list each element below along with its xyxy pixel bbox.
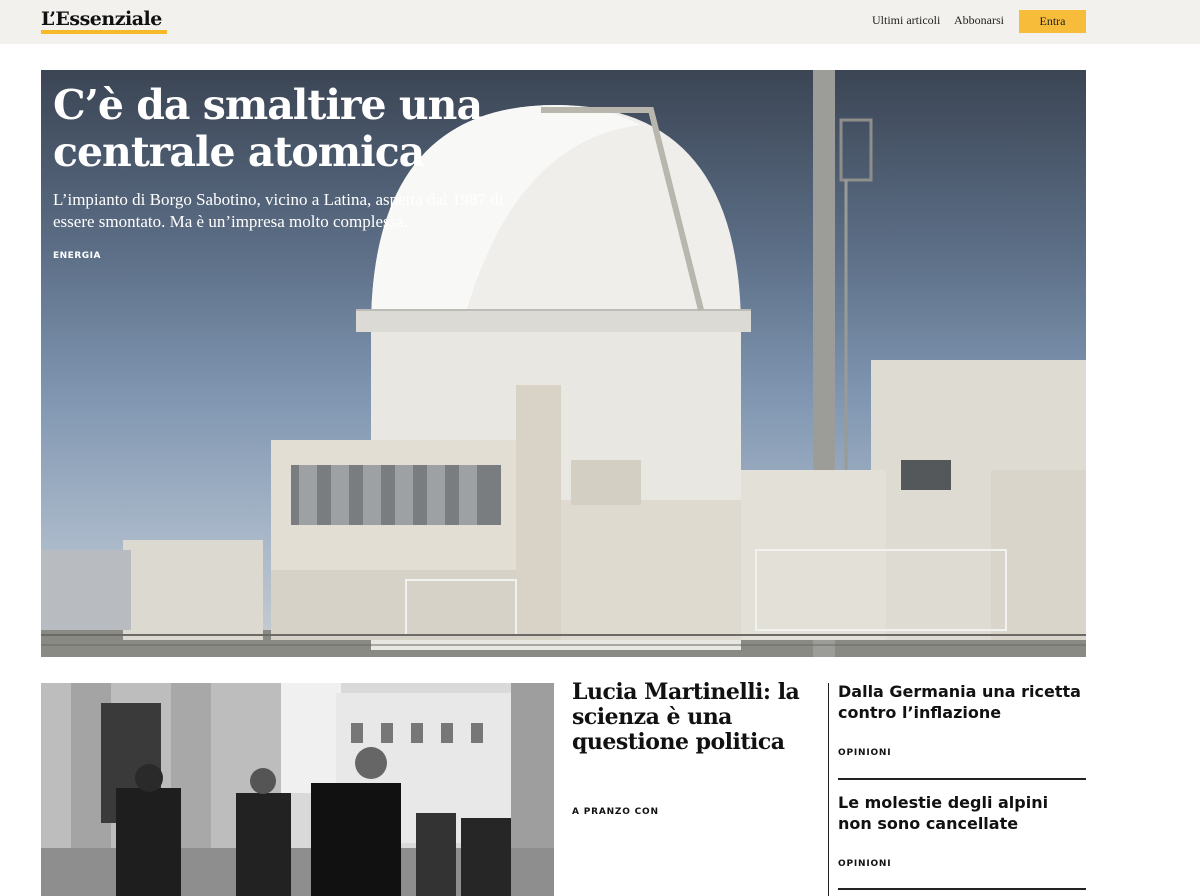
site-header: L’Essenziale Ultimi articoli Abbonarsi E…	[0, 0, 1200, 44]
side-article-tag[interactable]: OPINIONI	[838, 748, 891, 758]
side-article-2[interactable]: Le molestie degli alpini non sono cancel…	[838, 792, 1086, 869]
hero-article[interactable]: C’è da smaltire una centrale atomica L’i…	[41, 70, 1086, 657]
logo-underline	[41, 30, 167, 34]
politicians-photo	[41, 683, 554, 896]
column-divider	[828, 683, 829, 896]
hero-category-tag[interactable]: ENERGIA	[53, 251, 101, 261]
list-divider	[838, 888, 1086, 890]
feature-article-title[interactable]: Lucia Martinelli: la scienza è una quest…	[572, 680, 802, 755]
nav-latest-articles[interactable]: Ultimi articoli	[872, 13, 940, 28]
site-logo[interactable]: L’Essenziale	[41, 8, 162, 30]
login-button[interactable]: Entra	[1019, 10, 1086, 33]
hero-title[interactable]: C’è da smaltire una centrale atomica	[53, 82, 573, 176]
hero-description: L’impianto di Borgo Sabotino, vicino a L…	[53, 190, 504, 231]
nav-subscribe[interactable]: Abbonarsi	[954, 13, 1004, 28]
feature-article[interactable]: Lucia Martinelli: la scienza è una quest…	[572, 680, 802, 818]
list-divider	[838, 778, 1086, 780]
side-article-1[interactable]: Dalla Germania una ricetta contro l’infl…	[838, 681, 1086, 758]
side-article-title[interactable]: Le molestie degli alpini non sono cancel…	[838, 792, 1086, 834]
feature-image[interactable]	[41, 683, 554, 896]
side-article-title[interactable]: Dalla Germania una ricetta contro l’infl…	[838, 681, 1086, 723]
side-article-tag[interactable]: OPINIONI	[838, 859, 891, 869]
feature-article-tag[interactable]: A PRANZO CON	[572, 807, 659, 817]
